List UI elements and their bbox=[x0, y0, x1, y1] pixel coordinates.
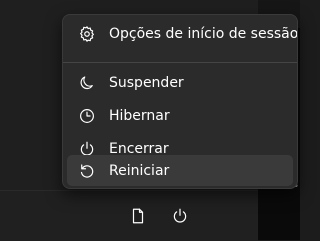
menu-item-hibernate[interactable]: Hibernar bbox=[67, 101, 293, 131]
clock-icon bbox=[77, 106, 97, 126]
restart-icon bbox=[77, 161, 97, 181]
menu-separator bbox=[63, 62, 297, 63]
menu-item-label: Hibernar bbox=[109, 108, 170, 124]
menu-item-suspend[interactable]: Suspender bbox=[67, 68, 293, 98]
menu-item-label: Reiniciar bbox=[109, 162, 170, 179]
menu-item-label: Opções de início de sessão bbox=[109, 26, 298, 42]
moon-icon bbox=[77, 73, 97, 93]
menu-item-label: Suspender bbox=[109, 75, 184, 91]
gear-icon bbox=[77, 24, 97, 44]
power-options-menu: Opções de início de sessão Suspender Hib… bbox=[62, 14, 298, 189]
document-icon[interactable] bbox=[128, 206, 148, 226]
menu-item-sign-in-options[interactable]: Opções de início de sessão bbox=[67, 19, 297, 49]
power-button[interactable] bbox=[170, 206, 190, 226]
menu-item-restart[interactable]: Reiniciar bbox=[67, 155, 293, 186]
power-icon bbox=[173, 208, 187, 223]
